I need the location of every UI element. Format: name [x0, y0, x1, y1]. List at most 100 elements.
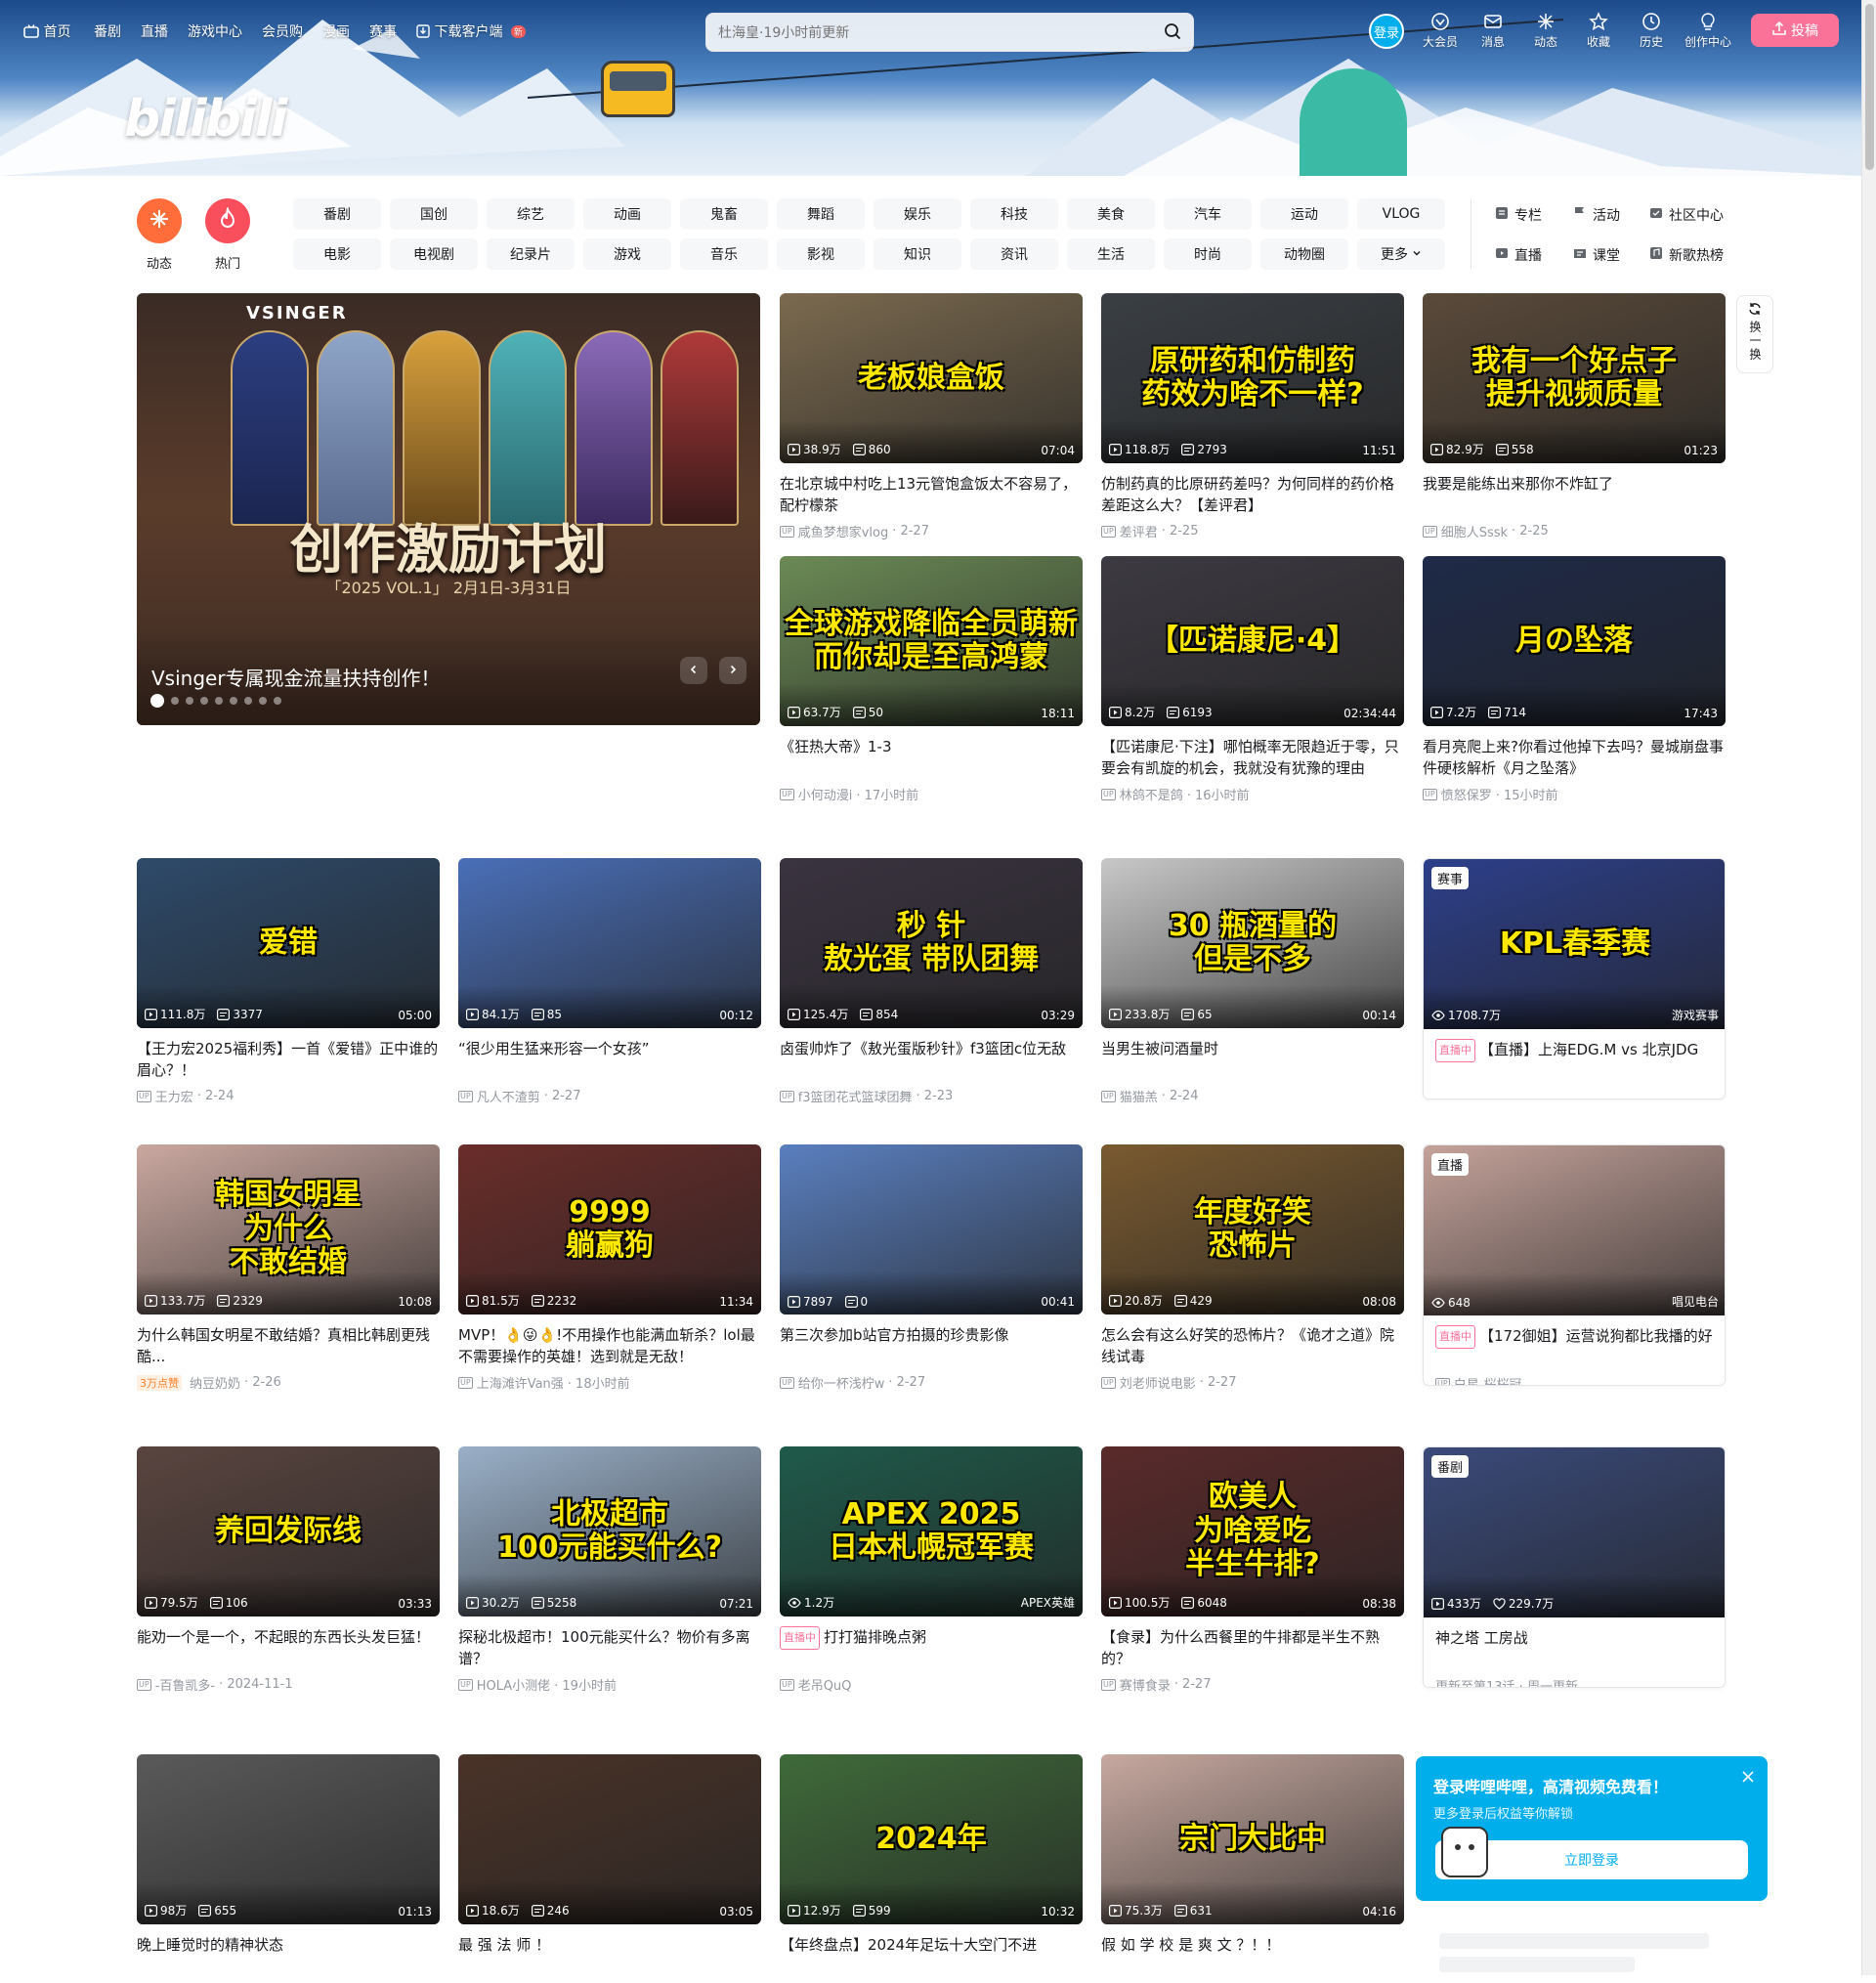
upload-button[interactable]: 投稿	[1751, 14, 1839, 47]
feature-title[interactable]: 直播中 【直播】上海EDG.M vs 北京JDG	[1424, 1039, 1725, 1082]
video-thumbnail[interactable]: 433万 229.7万 番剧	[1424, 1447, 1725, 1617]
video-title[interactable]: 当男生被问酒量时	[1101, 1038, 1404, 1081]
video-title[interactable]: 看月亮爬上来?你看过他掉下去吗？曼城崩盘事件硬核解析《月之坠落》	[1423, 736, 1726, 779]
carousel-next-button[interactable]	[719, 657, 746, 684]
video-card[interactable]: 18.6万 246 03:05 最 强 法 师 ！	[458, 1754, 761, 1983]
scrollbar-thumb[interactable]	[1865, 4, 1874, 170]
page-scrollbar[interactable]	[1861, 0, 1876, 1975]
video-title[interactable]: 怎么会有这么好笑的恐怖片？《诡才之道》院线试毒	[1101, 1324, 1404, 1367]
carousel-prev-button[interactable]	[680, 657, 707, 684]
video-card[interactable]: 爱错 111.8万 3377 05:00 【王力宏2025福利秀】一首《爱错》正中谁的眉…	[137, 858, 440, 1105]
nav-history[interactable]: 历史	[1625, 12, 1678, 50]
video-thumbnail[interactable]: 原研药和仿制药 药效为啥不一样? 118.8万 2793 11:51	[1101, 293, 1404, 463]
video-author[interactable]: 上海滩许Van强	[477, 1373, 564, 1392]
video-title[interactable]: 假 如 学 校 是 爽 文 ？！！	[1101, 1934, 1404, 1977]
channel-tag[interactable]: 美食	[1067, 198, 1155, 230]
video-author[interactable]: 小何动漫i	[798, 785, 853, 803]
video-thumbnail[interactable]: 月の坠落 7.2万 714 17:43	[1423, 556, 1726, 726]
video-thumbnail[interactable]: 老板娘盒饭 38.9万 860 07:04	[780, 293, 1083, 463]
video-thumbnail[interactable]: 养回发际线 79.5万 106 03:33	[137, 1446, 440, 1617]
channel-tag[interactable]: 影视	[777, 238, 865, 270]
carousel-dot[interactable]	[274, 697, 281, 705]
video-title[interactable]: 晚上睡觉时的精神状态	[137, 1934, 440, 1977]
video-author[interactable]: 老吊QuQ	[798, 1675, 852, 1694]
video-thumbnail[interactable]: 年度好笑 恐怖片 20.8万 429 08:08	[1101, 1144, 1404, 1315]
link-music-chart[interactable]: 新歌热榜	[1649, 245, 1724, 265]
video-card[interactable]: 7897 0 00:41 第三次参加b站官方拍摄的珍贵影像 UP 给你一杯浅柠w · 2-2…	[780, 1144, 1083, 1392]
nav-home[interactable]: 首页	[23, 22, 70, 42]
video-author[interactable]: HOLA小测佬	[477, 1675, 550, 1694]
video-thumbnail[interactable]: 18.6万 246 03:05	[458, 1754, 761, 1924]
feature-author[interactable]: 白星-桜桜冠	[1454, 1374, 1522, 1385]
link-live[interactable]: 直播	[1495, 245, 1542, 265]
video-thumbnail[interactable]: 84.1万 85 00:12	[458, 858, 761, 1028]
channel-tag[interactable]: 音乐	[680, 238, 768, 270]
carousel-dot[interactable]	[230, 697, 237, 705]
video-author[interactable]: 刘老师说电影	[1120, 1373, 1196, 1392]
video-title[interactable]: 【匹诺康尼·下注】哪怕概率无限趋近于零，只要会有凯旋的机会，我就没有犹豫的理由	[1101, 736, 1404, 779]
channel-tag[interactable]: 电视剧	[390, 238, 478, 270]
nav-favorites[interactable]: 收藏	[1572, 12, 1625, 50]
carousel-dot[interactable]	[150, 694, 164, 708]
video-title[interactable]: 【王力宏2025福利秀】一首《爱错》正中谁的眉心？！	[137, 1038, 440, 1081]
nav-dynamic[interactable]: 动态	[1519, 12, 1572, 50]
channel-tag[interactable]: 动物圈	[1260, 238, 1348, 270]
nav-mall[interactable]: 会员购	[262, 22, 303, 41]
video-author[interactable]: f3篮团花式篮球团舞	[798, 1087, 913, 1105]
channel-tag[interactable]: 娱乐	[874, 198, 961, 230]
feature-card[interactable]: 433万 229.7万 番剧 神之塔 工房战 更新至第13话 · 周一更新	[1423, 1446, 1726, 1688]
video-card[interactable]: 原研药和仿制药 药效为啥不一样? 118.8万 2793 11:51 仿制药真的比原研药…	[1101, 293, 1404, 540]
video-thumbnail[interactable]: 宗门大比中 75.3万 631 04:16	[1101, 1754, 1404, 1924]
feature-card[interactable]: 648 唱见电台 直播 直播中 【172御姐】运营说狗都比我播的好 UP 白星-桜桜冠	[1423, 1144, 1726, 1386]
channel-tag[interactable]: 电影	[293, 238, 381, 270]
dynamic-circle-button[interactable]	[137, 198, 182, 243]
video-author[interactable]: 咸鱼梦想家vlog	[798, 522, 889, 540]
carousel-dot[interactable]	[244, 697, 252, 705]
video-title[interactable]: MVP！👌😜👌!不用操作也能满血斩杀？lol最不需要操作的英雄！选到就是无敌！	[458, 1324, 761, 1367]
video-thumbnail[interactable]: 【匹诺康尼·4】 8.2万 6193 02:34:44	[1101, 556, 1404, 726]
link-activity[interactable]: 活动	[1573, 205, 1620, 225]
video-title[interactable]: “很少用生猛来形容一个女孩”	[458, 1038, 761, 1081]
carousel-dot[interactable]	[200, 697, 208, 705]
video-author[interactable]: 凡人不渣剪	[477, 1087, 540, 1105]
video-title[interactable]: 【食录】为什么西餐里的牛排都是半生不熟的？	[1101, 1626, 1404, 1669]
close-icon[interactable]	[1740, 1768, 1756, 1788]
video-thumbnail[interactable]: 北极超市 100元能买什么? 30.2万 5258 07:21	[458, 1446, 761, 1617]
video-card[interactable]: 北极超市 100元能买什么? 30.2万 5258 07:21 探秘北极超市！100元能…	[458, 1446, 761, 1694]
video-thumbnail[interactable]: 韩国女明星 为什么 不敢结婚 133.7万 2329 10:08	[137, 1144, 440, 1315]
channel-tag[interactable]: 资讯	[970, 238, 1058, 270]
video-author[interactable]: 猫猫羔	[1120, 1087, 1158, 1105]
channel-tag[interactable]: 运动	[1260, 198, 1348, 230]
channel-tag[interactable]: 番剧	[293, 198, 381, 230]
video-title[interactable]: 探秘北极超市！100元能买什么？物价有多离谱？	[458, 1626, 761, 1669]
video-card[interactable]: 养回发际线 79.5万 106 03:33 能劝一个是一个，不起眼的东西长头发巨猛！ UP…	[137, 1446, 440, 1694]
video-thumbnail[interactable]: 秒 针 敖光蛋 带队团舞 125.4万 854 03:29	[780, 858, 1083, 1028]
nav-game-center[interactable]: 游戏中心	[188, 22, 242, 41]
carousel-dot[interactable]	[259, 697, 267, 705]
carousel-dot[interactable]	[186, 697, 193, 705]
feature-title[interactable]: 神之塔 工房战	[1424, 1627, 1725, 1670]
video-thumbnail[interactable]: 9999 躺赢狗 81.5万 2232 11:34	[458, 1144, 761, 1315]
video-title[interactable]: 能劝一个是一个，不起眼的东西长头发巨猛！	[137, 1626, 440, 1669]
video-author[interactable]: 差评君	[1120, 522, 1158, 540]
video-author[interactable]: 给你一杯浅柠w	[798, 1373, 885, 1392]
channel-tag[interactable]: VLOG	[1357, 198, 1445, 230]
refresh-button[interactable]: 换一换	[1736, 295, 1773, 373]
video-title[interactable]: 在北京城中村吃上13元管饱盒饭太不容易了，配柠檬茶	[780, 473, 1083, 516]
video-thumbnail[interactable]: 30 瓶酒量的 但是不多 233.8万 65 00:14	[1101, 858, 1404, 1028]
video-title[interactable]: 【年终盘点】2024年足坛十大空门不进	[780, 1934, 1083, 1977]
channel-tag[interactable]: 知识	[874, 238, 961, 270]
link-community[interactable]: 社区中心	[1649, 205, 1724, 225]
channel-tag[interactable]: 舞蹈	[777, 198, 865, 230]
video-thumbnail[interactable]: 2024年 12.9万 599 10:32	[780, 1754, 1083, 1924]
video-card[interactable]: 84.1万 85 00:12 “很少用生猛来形容一个女孩” UP 凡人不渣剪 · 2-27	[458, 858, 761, 1105]
channel-tag[interactable]: 纪录片	[487, 238, 575, 270]
search-button[interactable]	[1158, 19, 1187, 48]
video-thumbnail[interactable]: 98万 655 01:13	[137, 1754, 440, 1924]
video-author[interactable]: -百鲁凯多-	[155, 1675, 215, 1694]
video-title[interactable]: 卤蛋帅炸了《敖光蛋版秒针》f3篮团c位无敌	[780, 1038, 1083, 1081]
channel-tag[interactable]: 鬼畜	[680, 198, 768, 230]
channel-tag[interactable]: 国创	[390, 198, 478, 230]
video-thumbnail[interactable]: 全球游戏降临全员萌新 而你却是至高鸿蒙 63.7万 50 18:11	[780, 556, 1083, 726]
video-card[interactable]: 2024年 12.9万 599 10:32 【年终盘点】2024年足坛十大空门不进	[780, 1754, 1083, 1983]
